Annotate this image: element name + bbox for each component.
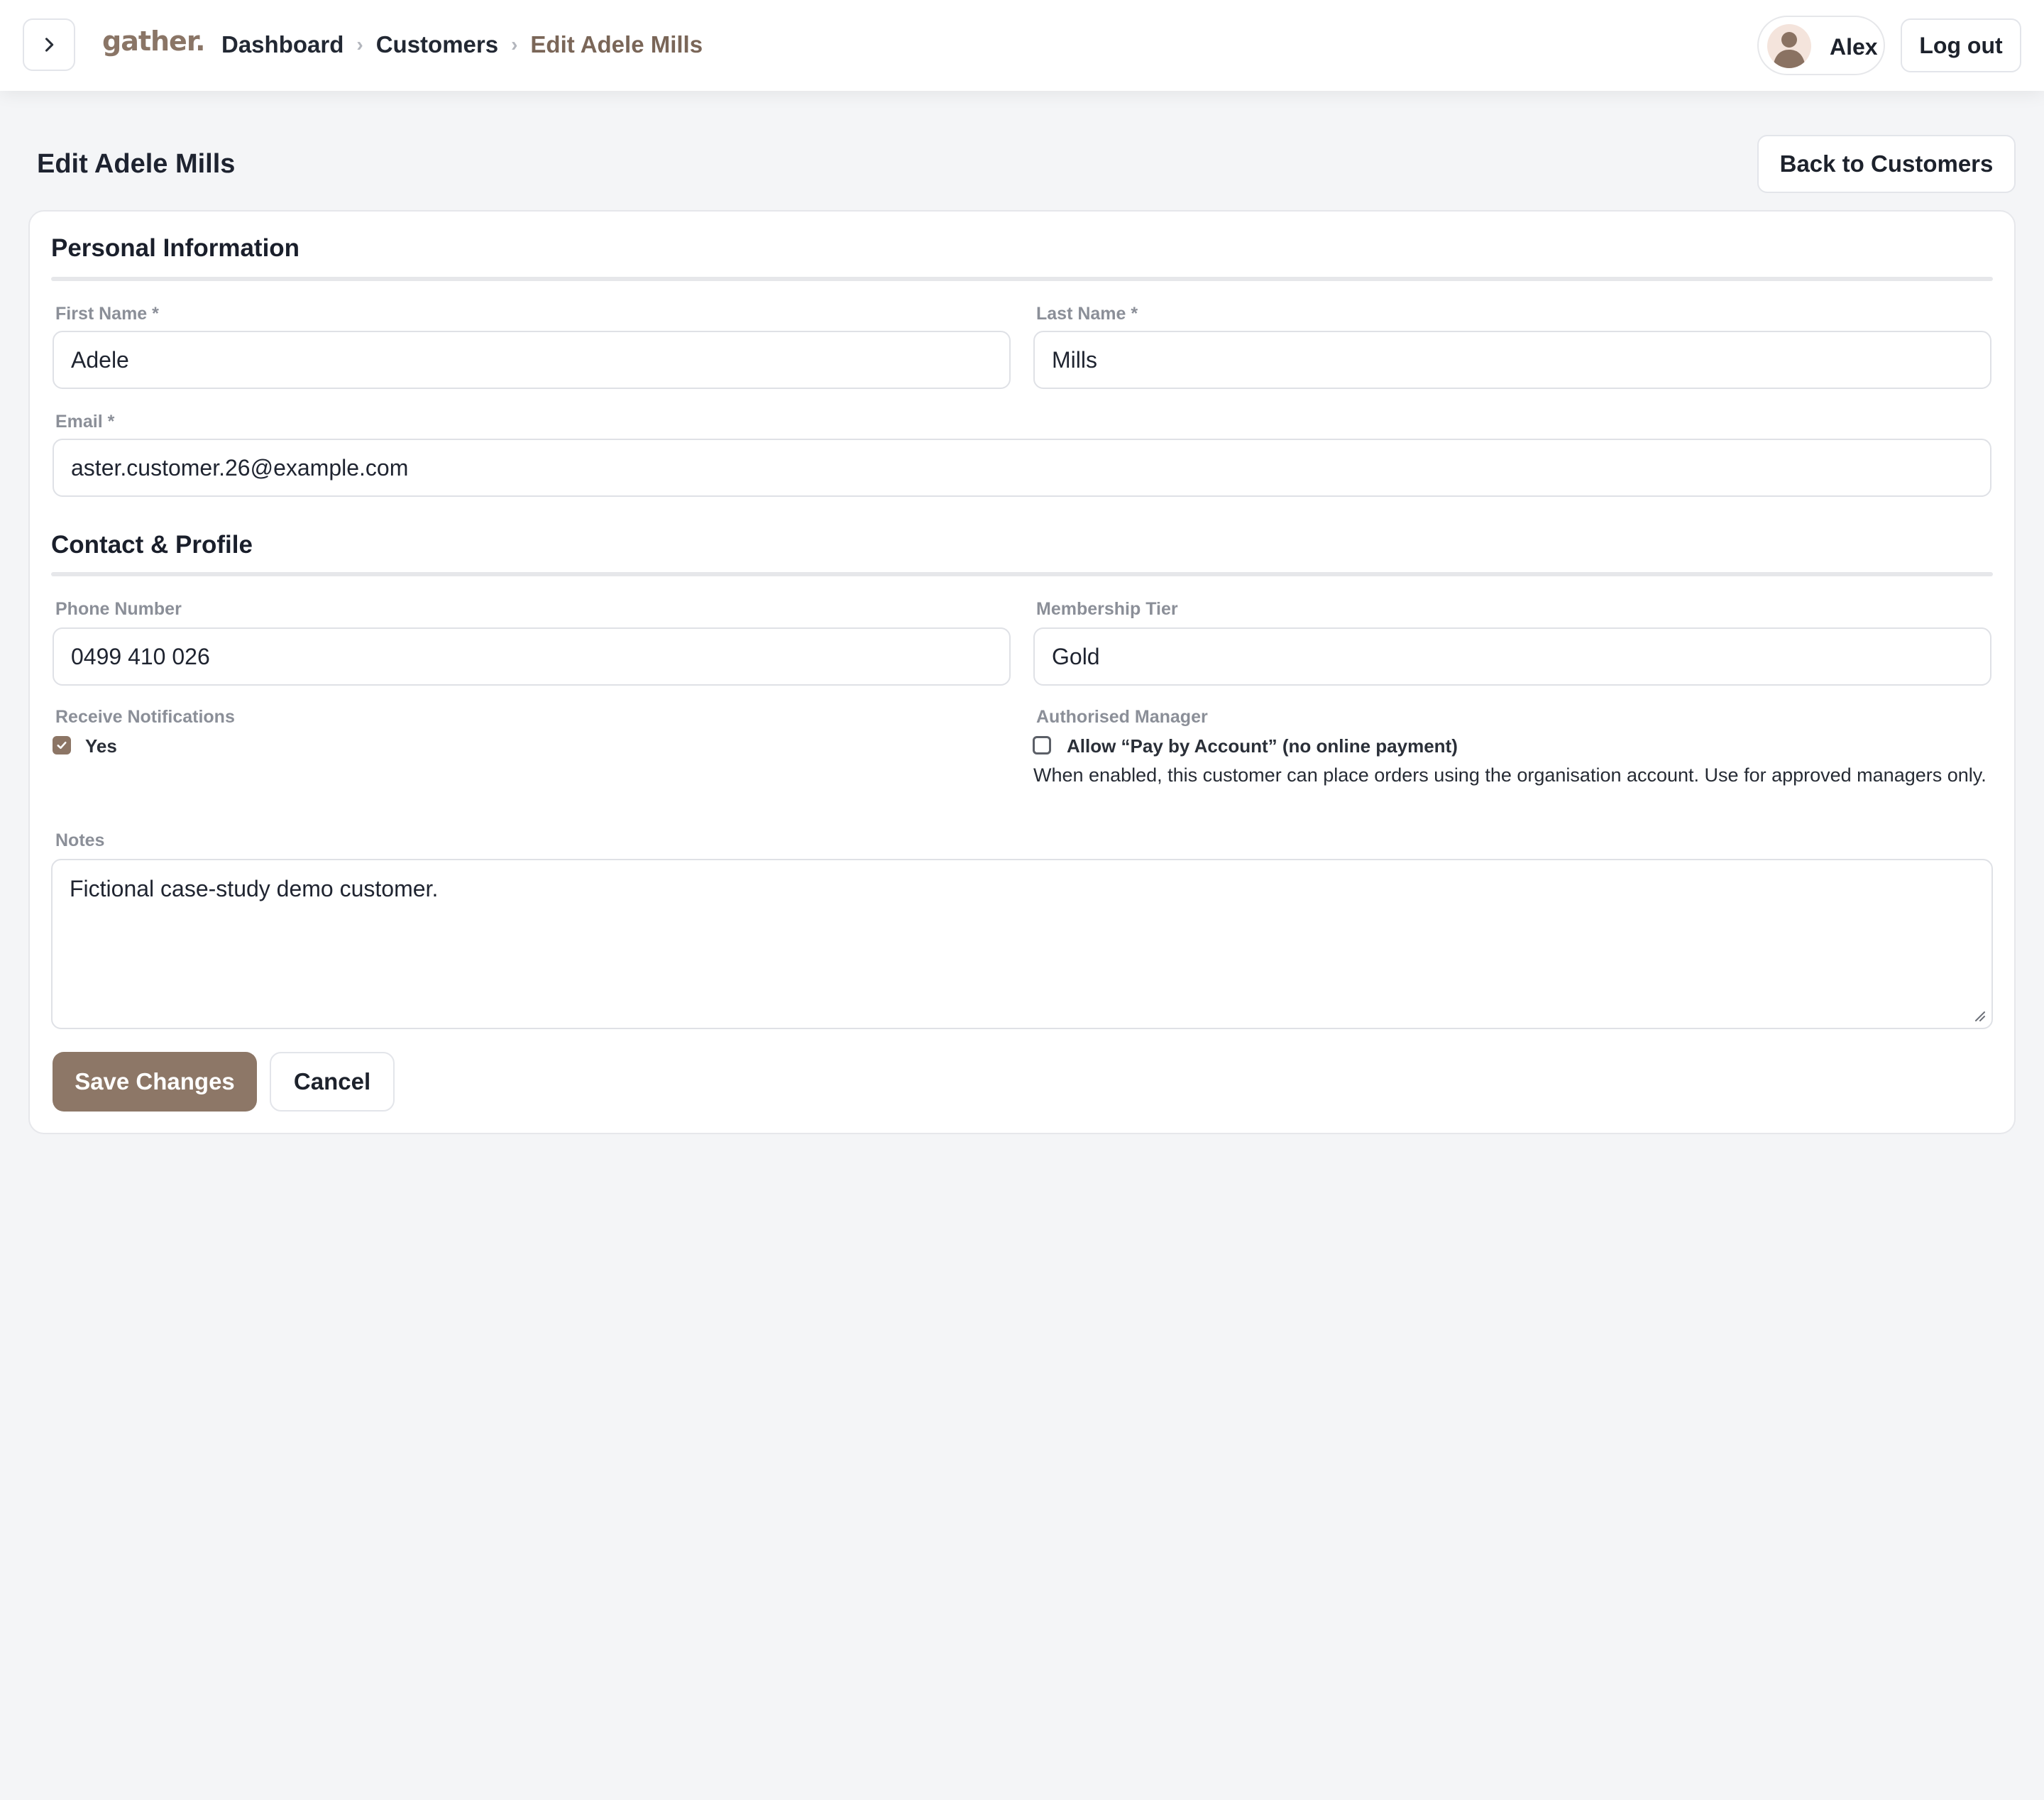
notes-textarea[interactable]: Fictional case-study demo customer. [51, 859, 1993, 1029]
breadcrumb-separator: › [511, 33, 518, 55]
authorised-manager-label: Authorised Manager [1036, 707, 1208, 727]
resize-grip-icon[interactable] [1972, 1008, 1986, 1022]
section-divider [51, 277, 1993, 281]
section-divider [51, 572, 1993, 576]
email-input[interactable] [53, 439, 1991, 497]
first-name-input[interactable] [53, 331, 1011, 389]
breadcrumb: Dashboard › Customers › Edit Adele Mills [221, 31, 703, 58]
breadcrumb-customers[interactable]: Customers [376, 31, 498, 58]
section-title-personal: Personal Information [51, 234, 300, 262]
last-name-input[interactable] [1033, 331, 1991, 389]
user-menu-button[interactable]: Alex [1757, 16, 1885, 75]
check-icon [57, 741, 67, 750]
breadcrumb-dashboard[interactable]: Dashboard [221, 31, 344, 58]
pay-by-account-checkbox[interactable] [1033, 736, 1051, 754]
brand-logo[interactable]: gather. [102, 26, 206, 57]
section-title-contact: Contact & Profile [51, 531, 253, 559]
phone-input[interactable] [53, 627, 1011, 686]
user-name: Alex [1830, 34, 1878, 60]
chevron-right-icon [45, 38, 54, 52]
cancel-button[interactable]: Cancel [270, 1052, 395, 1112]
breadcrumb-current: Edit Adele Mills [530, 31, 703, 57]
back-to-customers-button[interactable]: Back to Customers [1757, 135, 2016, 193]
email-label: Email * [55, 412, 115, 432]
user-avatar-icon [1767, 24, 1811, 68]
breadcrumb-separator: › [356, 33, 363, 55]
page-title: Edit Adele Mills [37, 149, 236, 179]
logout-button[interactable]: Log out [1901, 18, 2021, 72]
first-name-label: First Name * [55, 304, 159, 324]
receive-notifications-option[interactable]: Yes [85, 735, 117, 757]
phone-label: Phone Number [55, 599, 182, 619]
top-navigation-bar: gather. Dashboard › Customers › Edit Ade… [0, 0, 2044, 91]
membership-tier-input[interactable] [1033, 627, 1991, 686]
sidebar-toggle-button[interactable] [23, 18, 75, 71]
receive-notifications-checkbox[interactable] [53, 736, 71, 754]
last-name-label: Last Name * [1036, 304, 1138, 324]
notes-label: Notes [55, 830, 105, 850]
pay-by-account-option[interactable]: Allow “Pay by Account” (no online paymen… [1067, 735, 1458, 757]
pay-by-account-help-text: When enabled, this customer can place or… [1033, 764, 1987, 786]
membership-tier-label: Membership Tier [1036, 599, 1178, 619]
receive-notifications-label: Receive Notifications [55, 707, 235, 727]
notes-text: Fictional case-study demo customer. [70, 876, 439, 901]
save-changes-button[interactable]: Save Changes [53, 1052, 257, 1112]
